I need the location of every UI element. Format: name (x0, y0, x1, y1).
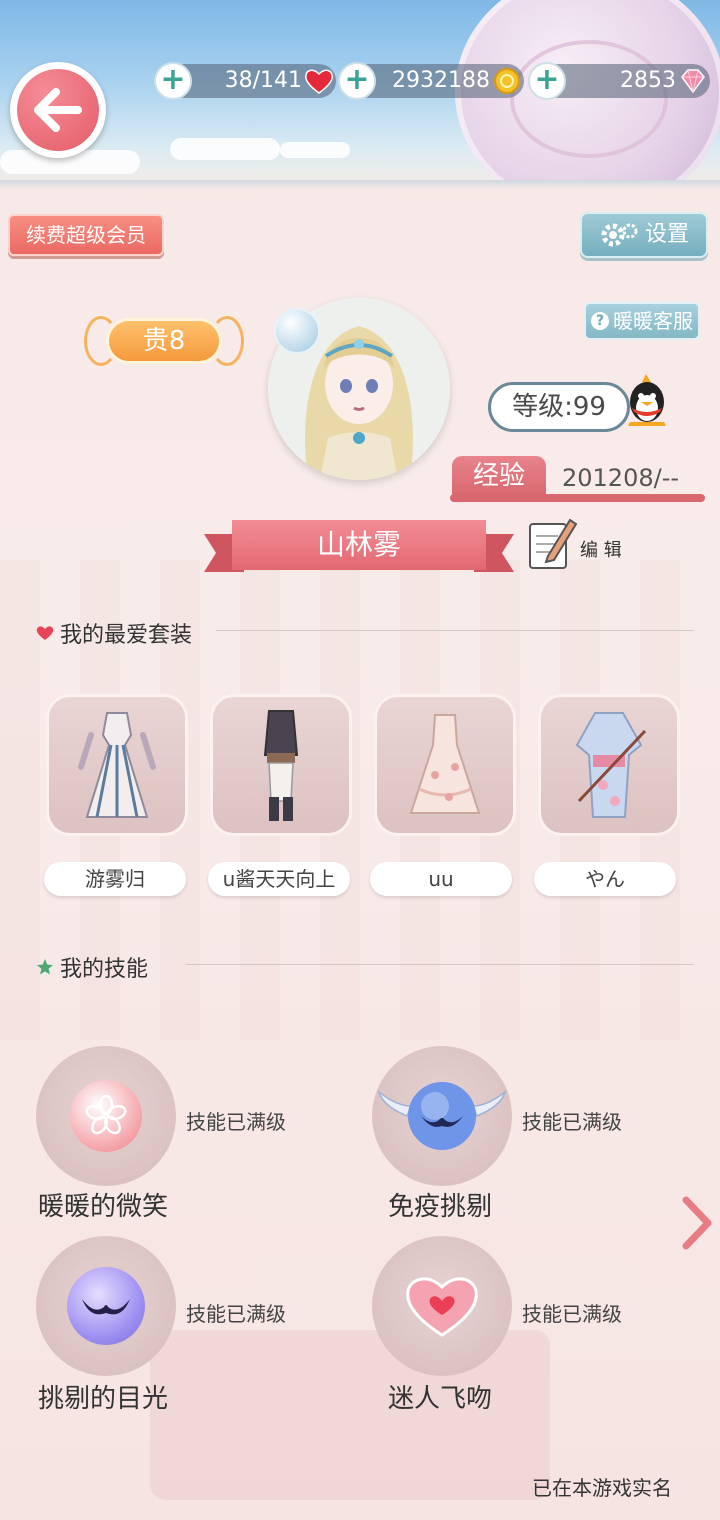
edit-name-button[interactable]: 编 辑 (526, 512, 636, 572)
small-heart-icon (36, 626, 54, 640)
outfit-label: 游雾归 (44, 862, 186, 896)
diamond-counter: + 2853 (528, 62, 710, 100)
favorite-outfit-slot[interactable] (210, 694, 352, 836)
exp-value: 201208/-- (562, 464, 680, 492)
vip-level-badge: 贵8 (84, 312, 244, 370)
vip-level-label: 贵8 (106, 318, 222, 364)
skill-name: 暖暖的微笑 (38, 1192, 169, 1222)
arrow-left-icon (34, 88, 82, 132)
skills-header: 我的技能 (36, 952, 148, 982)
edit-label: 编 辑 (580, 540, 622, 561)
favorites-title: 我的最爱套装 (60, 623, 193, 648)
gear-icon (601, 223, 638, 247)
header-divider (0, 180, 720, 188)
exp-bar (450, 494, 705, 502)
player-level: 等级:99 (488, 382, 630, 432)
favorite-outfit-slot[interactable] (46, 694, 188, 836)
stamina-counter: + 38/141 (154, 62, 336, 100)
diamond-value: 2853 (620, 68, 676, 93)
realname-verified-note: 已在本游戏实名 (532, 1476, 672, 1500)
skill-status: 技能已满级 (186, 1302, 286, 1326)
skill-name: 迷人飞吻 (388, 1384, 493, 1414)
gold-value: 2932188 (392, 68, 490, 93)
outfit-label: u酱天天向上 (208, 862, 350, 896)
winged-mask-icon (377, 1082, 507, 1150)
dress-outfit-icon (409, 714, 481, 814)
avatar-decoration-bubble (274, 308, 320, 354)
edit-pencil-icon (529, 518, 578, 569)
diamond-icon (681, 69, 705, 94)
chevron-right-icon[interactable] (680, 1196, 714, 1250)
stamina-value: 38/141 (224, 68, 302, 93)
skill-slot[interactable] (36, 1236, 176, 1376)
skills-title: 我的技能 (60, 957, 149, 982)
mask-icon (67, 1267, 145, 1345)
customer-service-button[interactable]: ? 暖暖客服 (584, 302, 700, 340)
sakura-icon (70, 1080, 142, 1152)
qq-penguin-icon[interactable] (624, 372, 670, 428)
skill-slot[interactable] (372, 1236, 512, 1376)
skills-divider (186, 964, 694, 965)
heart-icon (305, 69, 333, 94)
add-stamina-button[interactable]: + (154, 62, 192, 100)
favorite-outfit-slot[interactable] (538, 694, 680, 836)
customer-service-label: 暖暖客服 (613, 309, 693, 333)
kimono-outfit-icon (575, 712, 647, 818)
settings-label: 设置 (644, 222, 689, 247)
favorites-header: 我的最爱套装 (36, 618, 192, 648)
player-name-banner: 山林雾 (204, 520, 514, 574)
back-button[interactable] (10, 62, 106, 158)
favorites-divider (216, 630, 694, 631)
renew-vip-button[interactable]: 续费超级会员 (8, 214, 164, 256)
question-icon: ? (591, 312, 609, 330)
add-gold-button[interactable]: + (338, 62, 376, 100)
gold-coin-icon (494, 68, 520, 94)
star-icon (37, 959, 53, 975)
skill-slot[interactable] (372, 1046, 512, 1186)
outfit-label: uu (370, 862, 512, 896)
gown-outfit-icon (78, 712, 156, 818)
military-outfit-icon (263, 710, 299, 821)
player-name: 山林雾 (232, 520, 486, 570)
skill-name: 挑剔的目光 (38, 1384, 169, 1414)
skill-status: 技能已满级 (522, 1110, 622, 1134)
skill-name: 免疫挑剔 (388, 1192, 493, 1222)
add-diamond-button[interactable]: + (528, 62, 566, 100)
gold-counter: + 2932188 (338, 62, 524, 100)
skill-status: 技能已满级 (522, 1302, 622, 1326)
heart-icon (406, 1277, 478, 1337)
favorite-outfit-slot[interactable] (374, 694, 516, 836)
exp-label: 经验 (452, 456, 546, 496)
settings-button[interactable]: 设置 (580, 212, 708, 258)
skill-slot[interactable] (36, 1046, 176, 1186)
outfit-label: やん (534, 862, 676, 896)
skill-status: 技能已满级 (186, 1110, 286, 1134)
